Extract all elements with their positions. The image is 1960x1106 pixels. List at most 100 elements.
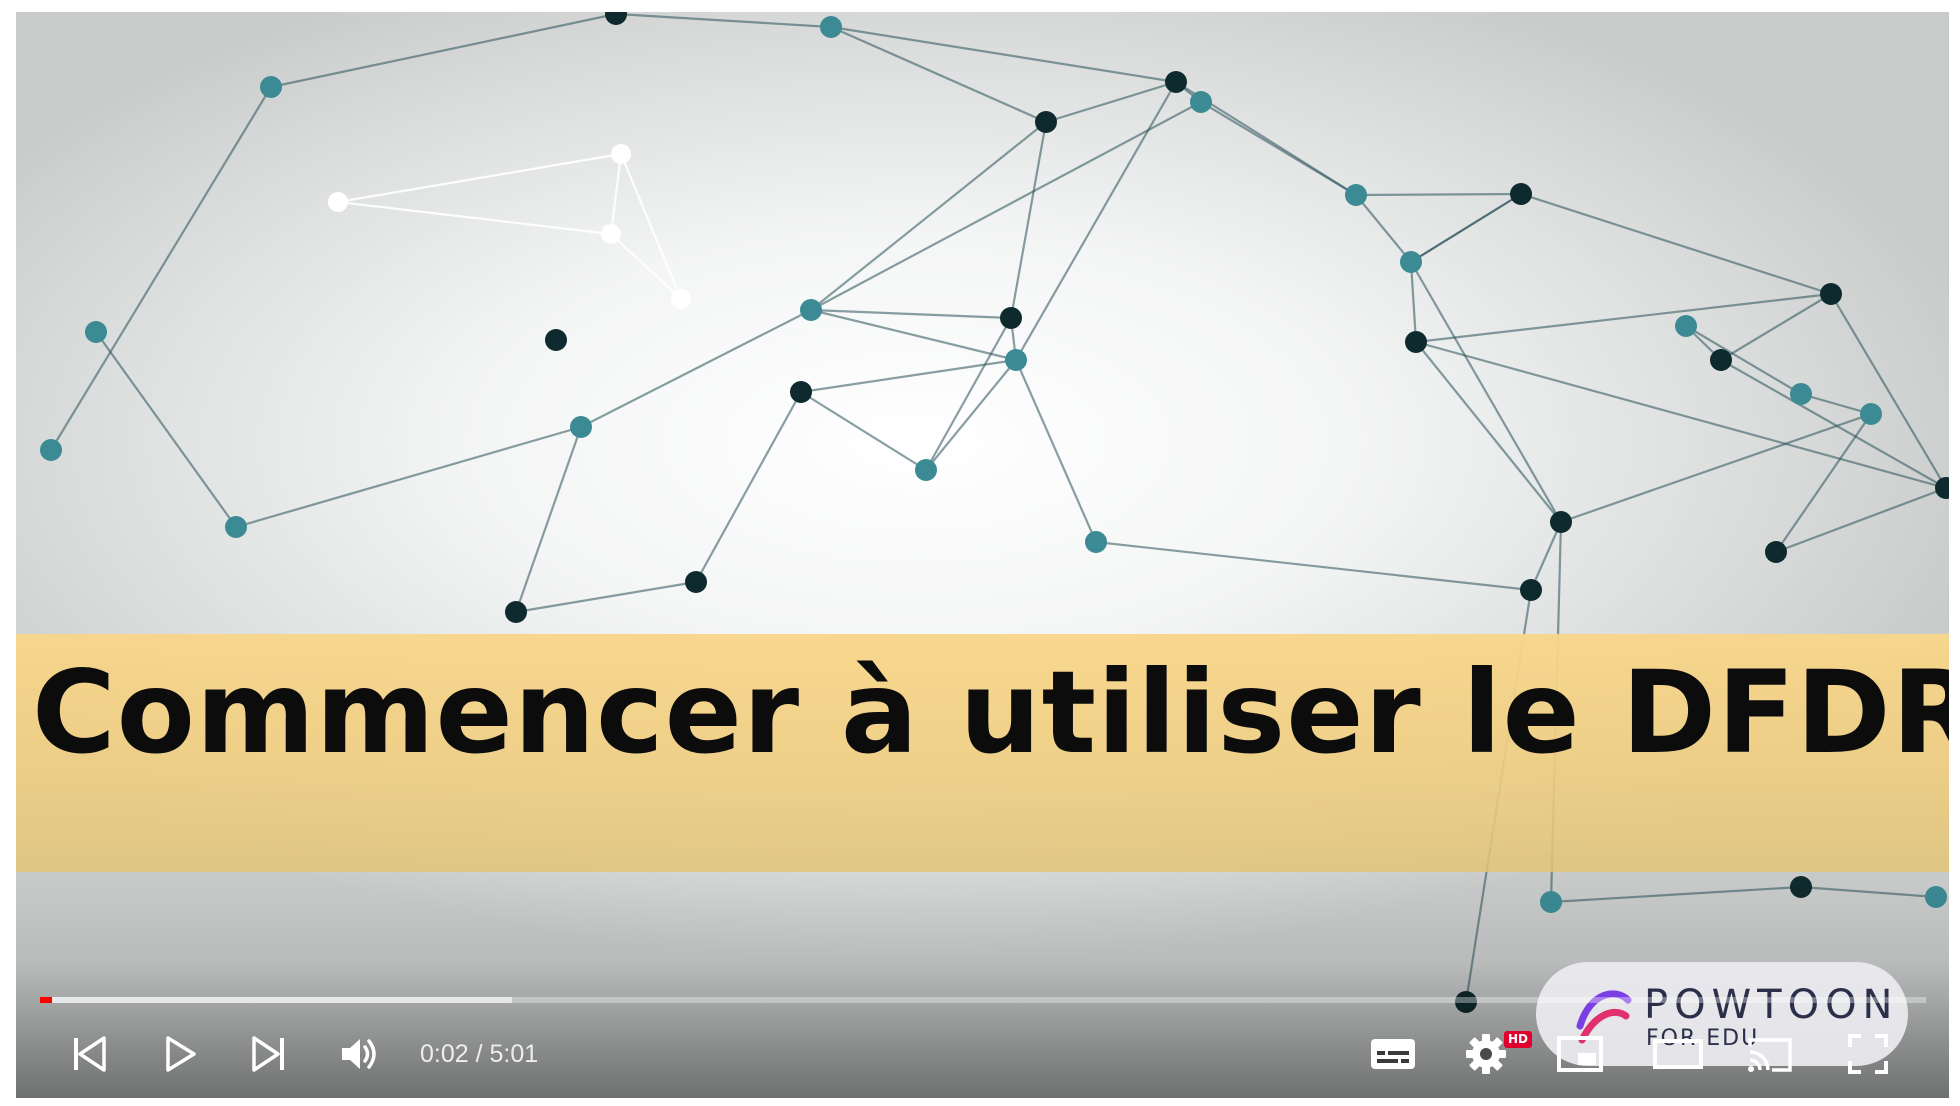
network-node — [820, 16, 842, 38]
network-link — [924, 358, 1018, 472]
network-node — [570, 416, 592, 438]
network-link — [799, 390, 928, 472]
network-node — [685, 571, 707, 593]
player-controls: 0:02 / 5:01 HD — [16, 1018, 1949, 1088]
next-icon — [252, 1036, 284, 1072]
network-link — [809, 100, 1203, 312]
network-node — [800, 299, 822, 321]
volume-icon — [342, 1039, 376, 1069]
network-node — [1000, 307, 1022, 329]
subtitles-button[interactable] — [1366, 1030, 1420, 1078]
network-link — [829, 25, 1048, 124]
video-title: Commencer à utiliser le DFDR — [32, 646, 1949, 779]
current-time: 0:02 — [420, 1040, 469, 1068]
network-node — [790, 381, 812, 403]
network-node — [1345, 184, 1367, 206]
network-link — [1014, 358, 1098, 544]
time-display: 0:02 / 5:01 — [420, 1040, 538, 1069]
network-node — [545, 329, 567, 351]
hd-badge: HD — [1504, 1031, 1533, 1048]
network-node — [1710, 349, 1732, 371]
network-link — [809, 120, 1048, 312]
progress-played — [40, 997, 53, 1003]
network-link — [1409, 260, 1563, 524]
network-link — [1529, 520, 1563, 592]
network-link — [1829, 292, 1948, 490]
network-link — [514, 425, 583, 614]
gear-icon — [1466, 1034, 1506, 1074]
time-separator: / — [468, 1040, 490, 1068]
network-node — [1400, 251, 1422, 273]
network-node — [328, 192, 348, 212]
network-node — [1035, 111, 1057, 133]
miniplayer-button[interactable] — [1556, 1030, 1604, 1078]
play-icon — [166, 1036, 196, 1072]
network-link — [1409, 260, 1418, 344]
network-link — [614, 12, 833, 29]
network-link — [514, 580, 698, 614]
network-node — [505, 601, 527, 623]
play-button[interactable] — [156, 1030, 204, 1078]
network-node — [1550, 511, 1572, 533]
network-node — [85, 321, 107, 343]
fullscreen-button[interactable] — [1844, 1030, 1892, 1078]
network-link — [1354, 193, 1413, 264]
network-node — [1935, 477, 1949, 499]
cast-icon — [1748, 1038, 1792, 1072]
miniplayer-icon — [1557, 1036, 1603, 1072]
network-node — [40, 439, 62, 461]
previous-button[interactable] — [66, 1030, 114, 1078]
network-node — [1820, 283, 1842, 305]
network-link — [1009, 120, 1048, 320]
network-node — [601, 224, 621, 244]
volume-button[interactable] — [336, 1030, 384, 1078]
network-link — [1684, 324, 1803, 396]
network-link — [269, 12, 618, 89]
fullscreen-icon — [1848, 1034, 1888, 1074]
network-node — [260, 76, 282, 98]
cast-button[interactable] — [1746, 1030, 1794, 1078]
network-link — [619, 152, 683, 301]
theater-mode-button[interactable] — [1650, 1030, 1706, 1078]
network-link — [1519, 192, 1833, 296]
network-link — [1354, 192, 1523, 197]
network-node — [605, 12, 627, 25]
next-button[interactable] — [244, 1030, 292, 1078]
network-node — [1675, 315, 1697, 337]
network-node — [1765, 541, 1787, 563]
network-link — [609, 152, 623, 236]
network-link — [1559, 412, 1873, 524]
network-node — [1860, 403, 1882, 425]
network-link — [336, 200, 613, 236]
network-link — [1414, 340, 1563, 524]
network-link — [694, 390, 803, 584]
network-node — [1510, 183, 1532, 205]
duration: 5:01 — [489, 1040, 539, 1068]
video-player[interactable]: Commencer à utiliser le DFDR POWTOON FOR… — [16, 12, 1949, 1098]
network-link — [1414, 292, 1833, 344]
settings-button[interactable] — [1462, 1030, 1510, 1078]
network-node — [1165, 71, 1187, 93]
network-link — [1774, 486, 1948, 554]
progress-buffered — [40, 997, 512, 1003]
network-link — [829, 25, 1178, 84]
network-node — [1405, 331, 1427, 353]
network-node — [611, 144, 631, 164]
network-link — [609, 232, 683, 301]
theater-mode-icon — [1653, 1039, 1703, 1069]
progress-bar[interactable] — [40, 997, 1926, 1003]
network-link — [1094, 540, 1533, 592]
subtitles-icon — [1371, 1039, 1415, 1069]
network-link — [1774, 412, 1873, 554]
network-node — [1520, 579, 1542, 601]
previous-icon — [74, 1036, 106, 1072]
network-node — [1005, 349, 1027, 371]
network-link — [1409, 192, 1523, 264]
network-node — [671, 289, 691, 309]
network-node — [915, 459, 937, 481]
network-link — [579, 308, 813, 429]
network-link — [49, 85, 273, 452]
network-node — [1190, 91, 1212, 113]
network-node — [225, 516, 247, 538]
network-node — [1790, 383, 1812, 405]
